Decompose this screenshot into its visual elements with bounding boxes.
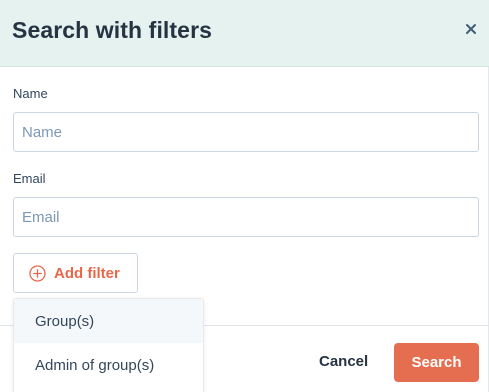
add-filter-button[interactable]: Add filter [13,253,138,293]
dropdown-item-groups[interactable]: Group(s) [14,299,203,343]
name-label: Name [13,86,48,101]
modal-header: Search with filters [0,0,489,67]
add-filter-label: Add filter [54,264,120,282]
cancel-button[interactable]: Cancel [319,353,368,370]
search-filters-modal: Search with filters Name Email Add filte… [0,0,489,392]
plus-circle-icon [29,264,46,282]
name-input[interactable] [13,112,479,152]
filter-dropdown-menu: Group(s) Admin of group(s) [13,298,204,392]
dropdown-item-admin-of-groups[interactable]: Admin of group(s) [14,343,203,387]
email-label: Email [13,171,46,186]
close-icon[interactable] [464,22,478,36]
modal-title: Search with filters [12,17,213,43]
search-button[interactable]: Search [394,343,479,382]
email-input[interactable] [13,197,479,237]
